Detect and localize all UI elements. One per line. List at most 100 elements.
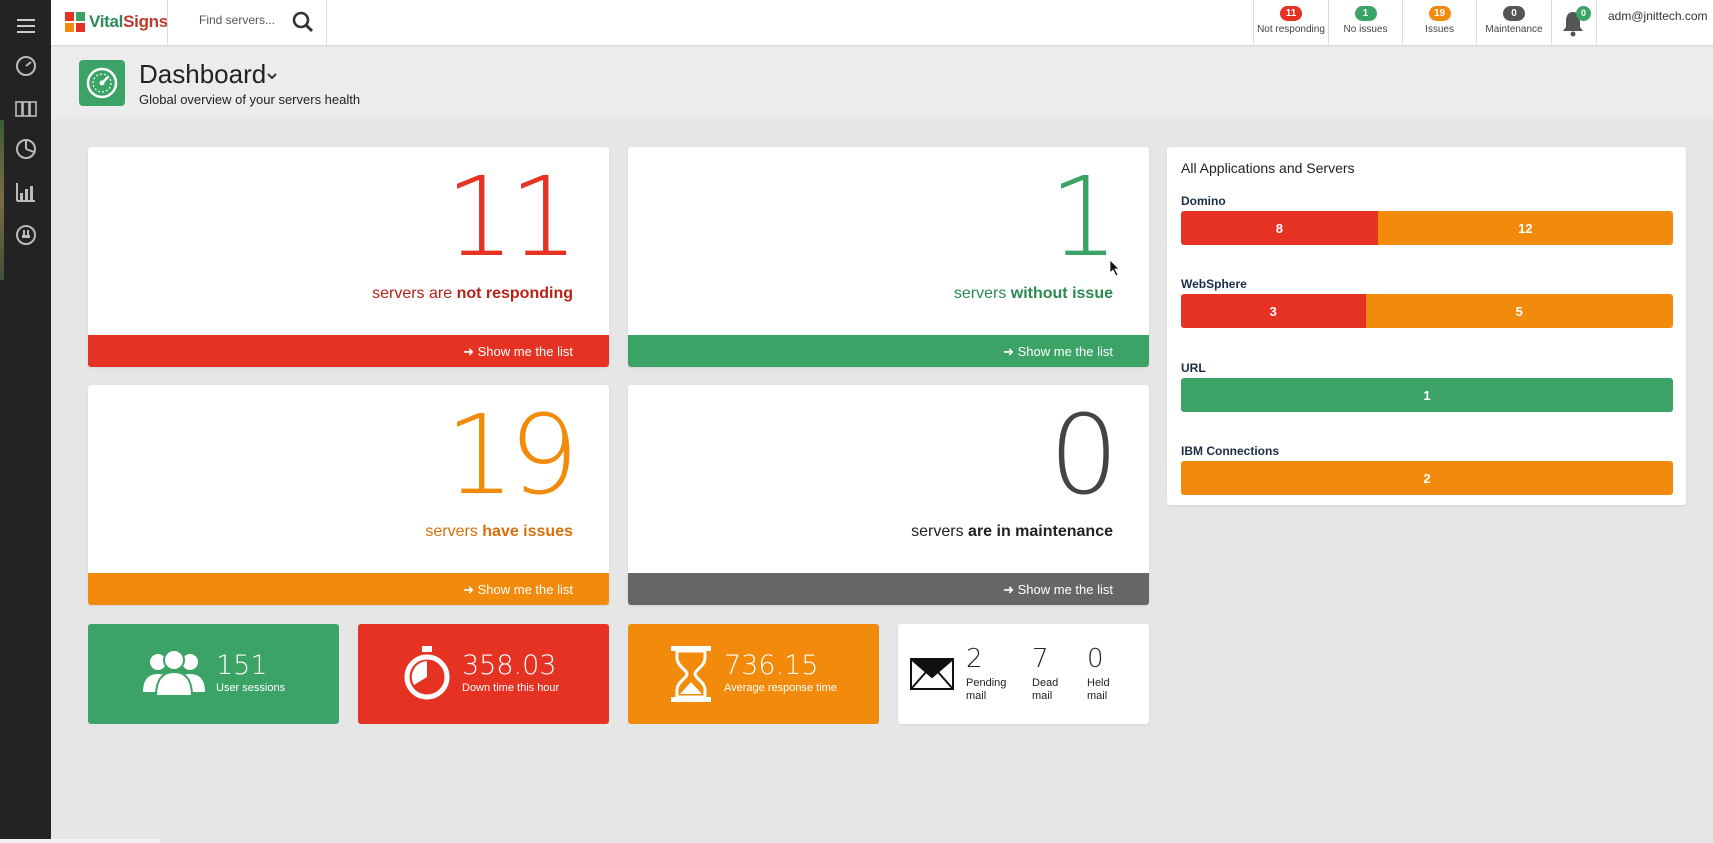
tile-mail: 2 Pending mail 7 Dead mail 0 Held mail bbox=[898, 624, 1149, 724]
status-count-badge: 19 bbox=[1428, 6, 1451, 21]
app-bar-domino[interactable]: 8 12 bbox=[1181, 211, 1673, 245]
caption-text: servers bbox=[425, 523, 483, 540]
arrow-right-icon: ➜ bbox=[463, 344, 478, 359]
status-count-badge: 0 bbox=[1503, 6, 1525, 21]
hamburger-menu-icon[interactable] bbox=[14, 14, 38, 38]
card-not-responding: 11 servers are not responding ➜ Show me … bbox=[88, 147, 609, 367]
search-icon[interactable] bbox=[291, 10, 315, 34]
tile-label: Down time this hour bbox=[462, 682, 560, 694]
app-bar-ibm-connections[interactable]: 2 bbox=[1181, 461, 1673, 495]
bar-chart-icon[interactable] bbox=[14, 180, 38, 204]
card-footer: ➜ Show me the list bbox=[628, 335, 1149, 367]
page-subtitle: Global overview of your servers health bbox=[139, 92, 361, 107]
logo-text-b: Signs bbox=[123, 12, 168, 31]
divider bbox=[1596, 0, 1597, 46]
hourglass-icon bbox=[671, 646, 711, 702]
speedometer-icon[interactable] bbox=[14, 54, 38, 78]
status-count-badge: 11 bbox=[1280, 6, 1302, 21]
arrow-right-icon: ➜ bbox=[1003, 344, 1018, 359]
status-issues[interactable]: 19 Issues bbox=[1403, 0, 1476, 46]
users-icon bbox=[143, 649, 205, 697]
caption-text: servers bbox=[953, 285, 1011, 302]
status-label: No issues bbox=[1343, 24, 1388, 35]
top-bar: VitalSigns Find servers... 11 Not respon… bbox=[51, 0, 1713, 46]
rail-background-strip bbox=[0, 120, 4, 280]
caption-text: servers are bbox=[372, 285, 457, 302]
mail-count: 0 bbox=[1087, 644, 1104, 674]
app-bar-segment[interactable]: 5 bbox=[1365, 294, 1673, 328]
caption-text: servers bbox=[911, 523, 969, 540]
arrow-right-icon: ➜ bbox=[463, 582, 478, 597]
card-count: 1 bbox=[1049, 153, 1119, 281]
link-label: Show me the list bbox=[477, 582, 573, 597]
pie-chart-icon[interactable] bbox=[14, 137, 38, 161]
notifications-button[interactable]: 0 bbox=[1559, 6, 1591, 38]
vitalsigns-logo[interactable]: VitalSigns bbox=[65, 10, 168, 34]
mail-label: Pending bbox=[966, 677, 1007, 689]
card-caption: servers without issue bbox=[954, 285, 1113, 303]
plug-icon[interactable] bbox=[14, 223, 38, 247]
mail-dead: 7 Dead mail bbox=[1032, 644, 1082, 703]
caption-bold-text: have issues bbox=[482, 523, 573, 540]
app-bar-segment[interactable]: 3 bbox=[1181, 294, 1366, 328]
app-bar-url[interactable]: 1 bbox=[1181, 378, 1673, 412]
tile-value: 736.15 bbox=[724, 650, 819, 681]
app-name-websphere: WebSphere bbox=[1181, 277, 1247, 291]
link-label: Show me the list bbox=[1017, 344, 1113, 359]
servers-icon[interactable] bbox=[14, 97, 38, 121]
page-title[interactable]: Dashboard bbox=[139, 59, 266, 90]
notification-count-badge: 0 bbox=[1576, 6, 1591, 21]
card-footer: ➜ Show me the list bbox=[628, 573, 1149, 605]
card-count: 0 bbox=[1049, 391, 1119, 519]
dashboard-gauge-icon bbox=[79, 60, 125, 106]
app-bar-segment[interactable]: 8 bbox=[1181, 211, 1378, 245]
app-bar-segment[interactable]: 2 bbox=[1181, 461, 1673, 495]
link-label: Show me the list bbox=[477, 344, 573, 359]
app-bar-websphere[interactable]: 35 bbox=[1181, 294, 1673, 328]
tile-value: 358.03 bbox=[462, 650, 557, 681]
arrow-right-icon: ➜ bbox=[1003, 582, 1018, 597]
tile-label: User sessions bbox=[216, 682, 286, 694]
card-count: 11 bbox=[445, 153, 579, 281]
logo-mark-icon bbox=[65, 12, 85, 32]
mail-label: mail bbox=[966, 690, 987, 702]
mail-count: 2 bbox=[966, 644, 983, 674]
divider bbox=[326, 0, 327, 46]
card-have-issues: 19 servers have issues ➜ Show me the lis… bbox=[88, 385, 609, 605]
user-menu[interactable]: adm@jnittech.com bbox=[1608, 9, 1708, 23]
app-name-url: URL bbox=[1181, 361, 1206, 375]
status-not-responding[interactable]: 11 Not responding bbox=[1254, 0, 1328, 46]
card-count: 19 bbox=[445, 391, 579, 519]
mail-label: mail bbox=[1087, 690, 1108, 702]
show-list-link[interactable]: ➜ Show me the list bbox=[1003, 582, 1113, 598]
divider bbox=[167, 0, 168, 46]
show-list-link[interactable]: ➜ Show me the list bbox=[463, 344, 573, 360]
left-nav-rail bbox=[0, 0, 160, 843]
search-input[interactable]: Find servers... bbox=[199, 13, 275, 27]
mouse-cursor-icon bbox=[1109, 259, 1120, 277]
show-list-link[interactable]: ➜ Show me the list bbox=[463, 582, 573, 598]
card-caption: servers have issues bbox=[425, 523, 573, 541]
tile-response-time: 736.15 Average response time bbox=[628, 624, 879, 724]
logo-text-a: Vital bbox=[89, 12, 124, 31]
divider bbox=[1551, 0, 1552, 46]
mail-held: 0 Held mail bbox=[1087, 644, 1137, 703]
link-label: Show me the list bbox=[1017, 582, 1113, 597]
mail-label: Held bbox=[1087, 677, 1110, 689]
envelope-icon bbox=[910, 658, 954, 690]
card-without-issue: 1 servers without issue ➜ Show me the li… bbox=[628, 147, 1149, 367]
caption-bold-text: are in maintenance bbox=[968, 523, 1113, 540]
card-footer: ➜ Show me the list bbox=[88, 573, 609, 605]
status-count-badge: 1 bbox=[1354, 6, 1377, 21]
app-bar-segment[interactable]: 12 bbox=[1377, 211, 1673, 245]
status-label: Issues bbox=[1425, 24, 1454, 35]
status-no-issues[interactable]: 1 No issues bbox=[1329, 0, 1402, 46]
app-bar-segment[interactable]: 1 bbox=[1181, 378, 1673, 412]
status-label: Maintenance bbox=[1485, 24, 1543, 35]
status-maintenance[interactable]: 0 Maintenance bbox=[1477, 0, 1551, 46]
mail-pending: 2 Pending mail bbox=[966, 644, 1016, 703]
chevron-down-icon[interactable] bbox=[265, 69, 279, 83]
applications-panel: All Applications and Servers Domino 8 12 … bbox=[1167, 147, 1686, 505]
show-list-link[interactable]: ➜ Show me the list bbox=[1003, 344, 1113, 360]
mail-label: Dead bbox=[1032, 677, 1059, 689]
